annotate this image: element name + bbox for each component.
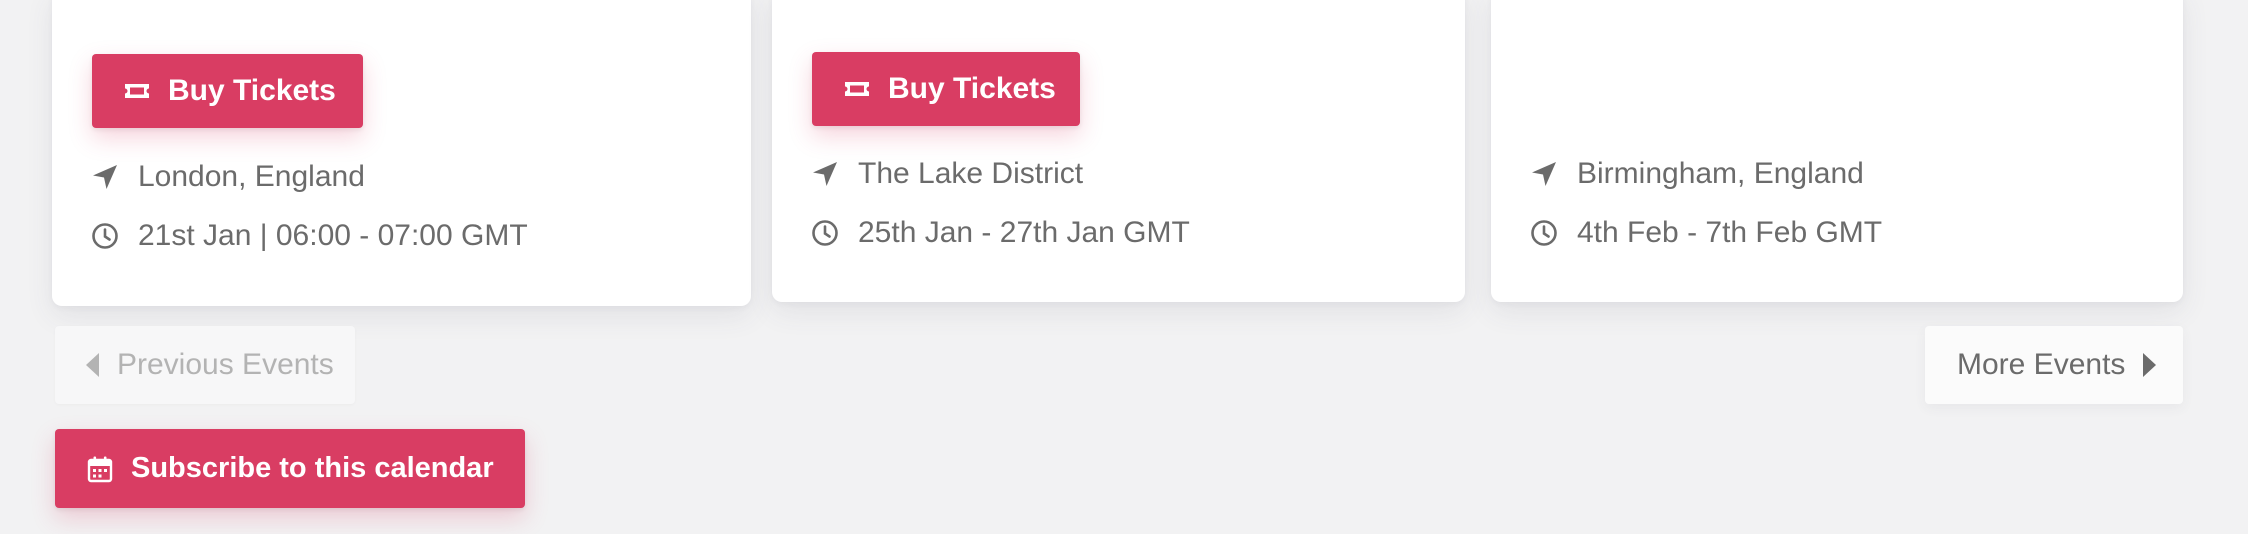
clock-icon: [810, 218, 840, 248]
more-events-button[interactable]: More Events: [1925, 326, 2183, 404]
previous-events-label: Previous Events: [117, 348, 334, 381]
event-card: Buy Tickets London, England 21st Jan | 0…: [52, 0, 751, 306]
event-time: 21st Jan | 06:00 - 07:00 GMT: [90, 219, 528, 253]
event-time-text: 21st Jan | 06:00 - 07:00 GMT: [138, 219, 528, 252]
buy-tickets-button[interactable]: Buy Tickets: [92, 54, 363, 128]
clock-icon: [1529, 218, 1559, 248]
buy-tickets-button[interactable]: Buy Tickets: [812, 52, 1080, 126]
event-location-text: Birmingham, England: [1577, 157, 1864, 190]
event-time: 4th Feb - 7th Feb GMT: [1529, 216, 1882, 250]
clock-icon: [90, 221, 120, 251]
event-time-text: 4th Feb - 7th Feb GMT: [1577, 216, 1883, 249]
event-time: 25th Jan - 27th Jan GMT: [810, 216, 1190, 250]
previous-events-button[interactable]: Previous Events: [55, 326, 355, 404]
event-location: The Lake District: [810, 157, 1083, 191]
subscribe-calendar-label: Subscribe to this calendar: [131, 452, 494, 484]
ticket-icon: [842, 74, 872, 104]
location-arrow-icon: [90, 162, 120, 192]
event-card: Birmingham, England 4th Feb - 7th Feb GM…: [1491, 0, 2183, 302]
location-arrow-icon: [1529, 159, 1559, 189]
caret-right-icon: [2141, 351, 2159, 379]
more-events-label: More Events: [1957, 348, 2126, 381]
location-arrow-icon: [810, 159, 840, 189]
event-location: Birmingham, England: [1529, 157, 1864, 191]
event-location: London, England: [90, 160, 365, 194]
event-location-text: The Lake District: [858, 157, 1084, 190]
calendar-icon: [87, 455, 113, 483]
buy-tickets-label: Buy Tickets: [888, 72, 1056, 105]
event-card: Buy Tickets The Lake District 25th Jan -…: [772, 0, 1465, 302]
event-location-text: London, England: [138, 160, 365, 193]
event-time-text: 25th Jan - 27th Jan GMT: [858, 216, 1190, 249]
caret-left-icon: [83, 351, 101, 379]
ticket-icon: [122, 76, 152, 106]
subscribe-calendar-button[interactable]: Subscribe to this calendar: [55, 429, 525, 508]
buy-tickets-label: Buy Tickets: [168, 74, 336, 107]
